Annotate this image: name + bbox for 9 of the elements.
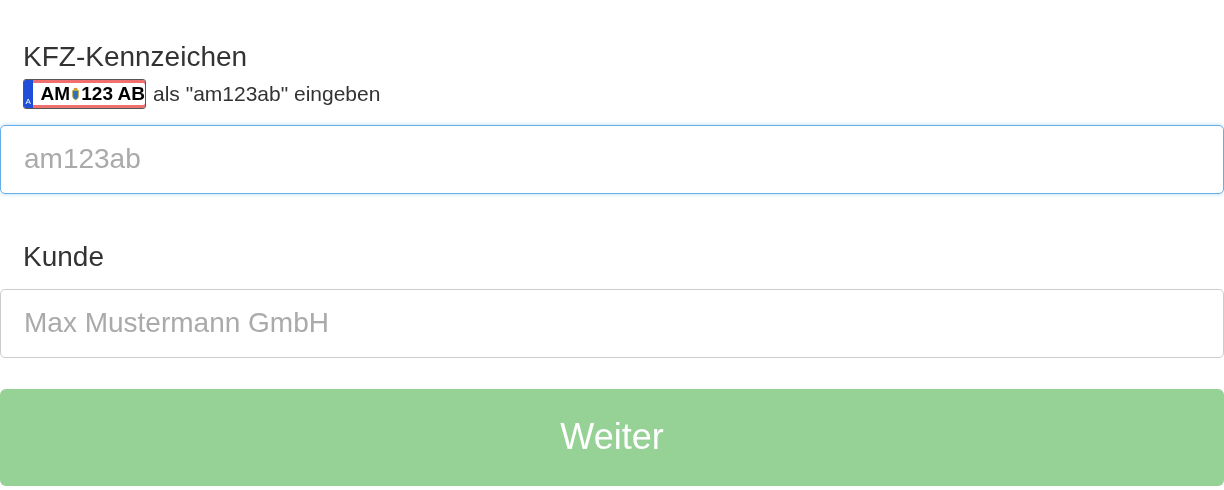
country-code: A: [24, 79, 33, 108]
submit-button[interactable]: Weiter: [0, 388, 1224, 486]
field-label: Kunde: [23, 239, 105, 274]
plate-number: 123 AB: [81, 84, 145, 104]
input-field[interactable]: Max Mustermann GmbH: [0, 288, 1224, 358]
plate-district: AM: [40, 84, 71, 104]
field-label: KFZ-Kennzeichen: [23, 40, 249, 74]
plate-hint-text: als "am123ab" eingeben: [153, 81, 381, 107]
input-field[interactable]: am123ab: [0, 124, 1224, 194]
